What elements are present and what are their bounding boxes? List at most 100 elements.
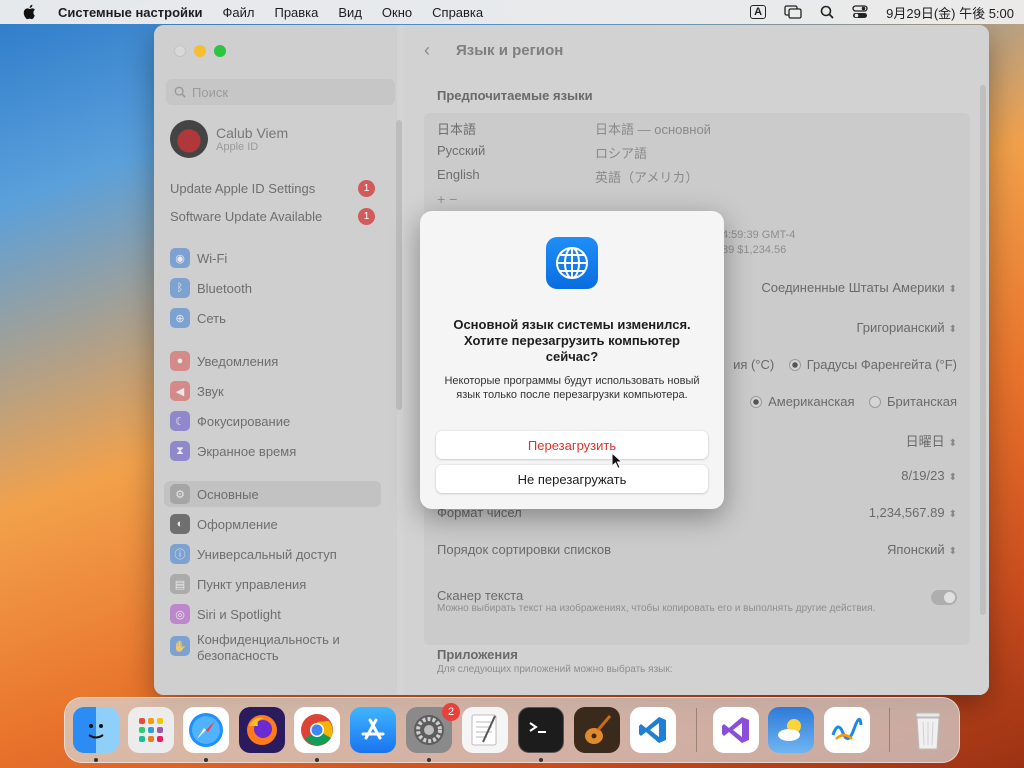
temp-celsius-label[interactable]: ия (°C) bbox=[733, 357, 774, 372]
notice-label: Software Update Available bbox=[170, 209, 323, 224]
sidebar-item-wifi[interactable]: ◉ Wi-Fi bbox=[170, 245, 227, 271]
menu-view[interactable]: Вид bbox=[338, 5, 362, 20]
visual-studio-icon[interactable] bbox=[713, 707, 759, 753]
appearance-icon: ◐ bbox=[170, 514, 190, 534]
sort-order-value: Японский bbox=[887, 542, 945, 557]
number-format-value: 1,234,567.89 bbox=[868, 505, 945, 520]
language-row[interactable]: 日本語 日本語 — основной bbox=[437, 119, 711, 138]
sidebar-item-label: Уведомления bbox=[197, 353, 279, 369]
temp-fahrenheit-label[interactable]: Градусы Фаренгейта (°F) bbox=[807, 357, 957, 372]
launchpad-icon[interactable] bbox=[128, 707, 174, 753]
sidebar-item-notifications[interactable]: ● Уведомления bbox=[170, 348, 278, 374]
menu-clock[interactable]: 9月29日(金) 午後 5:00 bbox=[886, 3, 1014, 22]
sidebar-item-screen-time[interactable]: ⧗ Экранное время bbox=[170, 438, 296, 464]
calendar-select[interactable]: Григорианский ⬍ bbox=[857, 320, 958, 335]
date-format-value: 8/19/23 bbox=[901, 468, 945, 483]
menu-app-name[interactable]: Системные настройки bbox=[58, 5, 203, 20]
dont-restart-button[interactable]: Не перезагружать bbox=[436, 465, 708, 493]
apple-id-profile[interactable]: Calub Viem Apple ID bbox=[170, 120, 288, 158]
finder-icon[interactable] bbox=[73, 707, 119, 753]
dialog-title: Основной язык системы изменился. Хотите … bbox=[453, 317, 691, 364]
sidebar-item-control-center[interactable]: ▤ Пункт управления bbox=[170, 571, 306, 597]
language-desc: ロシア語 bbox=[595, 146, 648, 161]
profile-subtitle: Apple ID bbox=[216, 141, 259, 153]
textedit-icon[interactable] bbox=[462, 707, 508, 753]
back-chevron-icon[interactable]: ‹ bbox=[424, 40, 430, 61]
sidebar-item-privacy[interactable]: ✋ Конфиденциальность и безопасность bbox=[170, 632, 367, 668]
screen-time-icon: ⧗ bbox=[170, 441, 190, 461]
general-icon: ⚙ bbox=[170, 484, 190, 504]
close-button[interactable] bbox=[174, 45, 186, 57]
sidebar-item-label: Конфиденциальность и безопасность bbox=[197, 632, 340, 663]
profile-name: Calub Viem bbox=[216, 125, 289, 141]
garageband-icon[interactable] bbox=[574, 707, 620, 753]
running-indicator bbox=[94, 758, 98, 762]
temp-fahrenheit-radio[interactable] bbox=[788, 359, 801, 371]
sidebar-item-sound[interactable]: ◀ Звук bbox=[170, 378, 224, 404]
menu-edit[interactable]: Правка bbox=[274, 5, 318, 20]
measure-uk-label[interactable]: Британская bbox=[887, 394, 957, 409]
menu-bar: Системные настройки Файл Правка Вид Окно… bbox=[0, 0, 1024, 24]
search-field[interactable]: Поиск bbox=[166, 79, 395, 105]
spotlight-search-icon[interactable] bbox=[820, 5, 834, 19]
window-switcher-icon[interactable] bbox=[784, 5, 802, 19]
dock-separator bbox=[889, 708, 890, 752]
applications-description: Для следующих приложений можно выбрать я… bbox=[437, 664, 673, 675]
sidebar-item-bluetooth[interactable]: ᛒ Bluetooth bbox=[170, 275, 252, 301]
zoom-button[interactable] bbox=[214, 45, 226, 57]
input-source-icon[interactable]: A bbox=[750, 5, 767, 19]
weather-icon[interactable] bbox=[768, 707, 814, 753]
wifi-icon: ◉ bbox=[170, 248, 190, 268]
main-scrollbar[interactable] bbox=[980, 85, 986, 615]
notice-badge: 1 bbox=[358, 208, 375, 225]
vscode-icon[interactable] bbox=[630, 707, 676, 753]
number-format-select[interactable]: 1,234,567.89 ⬍ bbox=[869, 505, 957, 520]
first-day-value: 日曜日 bbox=[905, 434, 945, 449]
sidebar-scrollbar[interactable] bbox=[396, 120, 402, 410]
apple-logo-icon[interactable] bbox=[18, 4, 40, 20]
first-day-select[interactable]: 日曜日 ⬍ bbox=[906, 431, 957, 450]
measure-us-radio[interactable] bbox=[750, 396, 763, 408]
minimize-button[interactable] bbox=[194, 45, 206, 57]
running-indicator bbox=[315, 758, 319, 762]
sidebar-item-accessibility[interactable]: ⓘ Универсальный доступ bbox=[170, 541, 337, 567]
chrome-icon[interactable] bbox=[294, 707, 340, 753]
sidebar-item-siri-spotlight[interactable]: ◎ Siri и Spotlight bbox=[170, 601, 281, 627]
menu-file[interactable]: Файл bbox=[223, 5, 255, 20]
sidebar-item-label: Оформление bbox=[197, 516, 278, 532]
dialog-message: Некоторые программы будут использовать н… bbox=[444, 375, 700, 401]
language-row[interactable]: Русский ロシア語 bbox=[437, 143, 647, 161]
add-remove-language-buttons[interactable]: + − bbox=[437, 191, 457, 207]
preview-time: 4:59:39 GMT-4 bbox=[722, 229, 796, 241]
sort-order-select[interactable]: Японский ⬍ bbox=[887, 542, 957, 557]
language-desc: 日本語 — основной bbox=[595, 122, 711, 137]
safari-icon[interactable] bbox=[183, 707, 229, 753]
terminal-icon[interactable] bbox=[518, 707, 564, 753]
date-format-select[interactable]: 8/19/23 ⬍ bbox=[901, 468, 957, 483]
region-select[interactable]: Соединенные Штаты Америки ⬍ bbox=[761, 280, 957, 295]
region-value: Соединенные Штаты Америки bbox=[761, 280, 945, 295]
sidebar-item-general[interactable]: ⚙ Основные bbox=[164, 481, 381, 507]
live-text-toggle[interactable] bbox=[931, 590, 957, 605]
sidebar-item-focus[interactable]: ☾ Фокусирование bbox=[170, 408, 290, 434]
software-update-available[interactable]: Software Update Available 1 bbox=[170, 208, 375, 225]
update-apple-id-settings[interactable]: Update Apple ID Settings 1 bbox=[170, 180, 375, 197]
freeform-icon[interactable] bbox=[824, 707, 870, 753]
siri-icon: ◎ bbox=[170, 604, 190, 624]
restart-button[interactable]: Перезагрузить bbox=[436, 431, 708, 459]
firefox-icon[interactable] bbox=[239, 707, 285, 753]
control-center-icon[interactable] bbox=[852, 5, 868, 19]
measure-uk-radio[interactable] bbox=[869, 396, 882, 408]
trash-icon[interactable] bbox=[905, 707, 951, 753]
menu-help[interactable]: Справка bbox=[432, 5, 483, 20]
notice-label: Update Apple ID Settings bbox=[170, 181, 316, 196]
sidebar-item-network[interactable]: ⊕ Сеть bbox=[170, 305, 226, 331]
dock-separator bbox=[696, 708, 697, 752]
sidebar-item-appearance[interactable]: ◐ Оформление bbox=[170, 511, 278, 537]
calendar-value: Григорианский bbox=[856, 320, 945, 335]
measure-us-label[interactable]: Американская bbox=[768, 394, 854, 409]
app-store-icon[interactable] bbox=[350, 707, 396, 753]
sidebar-item-label: Wi-Fi bbox=[197, 250, 228, 266]
menu-window[interactable]: Окно bbox=[382, 5, 412, 20]
language-row[interactable]: English 英語（アメリカ） bbox=[437, 167, 698, 185]
